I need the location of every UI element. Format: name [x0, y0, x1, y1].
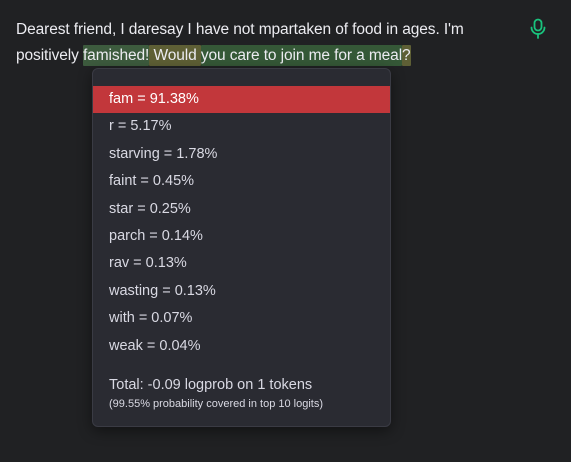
token-highlight-question-mark[interactable]: ?: [402, 45, 411, 66]
logit-row[interactable]: weak = 0.04%: [93, 333, 390, 360]
logit-row-selected[interactable]: fam = 91.38%: [93, 86, 390, 114]
logit-row[interactable]: with = 0.07%: [93, 305, 390, 332]
logit-row[interactable]: star = 0.25%: [93, 196, 390, 223]
playground-editor[interactable]: Dearest friend, I daresay I have not mpa…: [0, 0, 571, 462]
token-highlight-famished[interactable]: famished!: [82, 45, 149, 66]
token-highlight-would[interactable]: Would: [149, 45, 201, 66]
microphone-icon: [530, 18, 546, 39]
logit-row[interactable]: parch = 0.14%: [93, 223, 390, 250]
token-probabilities-popup: fam = 91.38% r = 5.17% starving = 1.78% …: [92, 68, 391, 427]
microphone-button[interactable]: [528, 18, 548, 40]
logit-row[interactable]: wasting = 0.13%: [93, 278, 390, 305]
logit-list: fam = 91.38% r = 5.17% starving = 1.78% …: [93, 86, 390, 360]
prompt-text[interactable]: Dearest friend, I daresay I have not mpa…: [16, 17, 516, 69]
logit-row[interactable]: r = 5.17%: [93, 113, 390, 140]
token-highlight-completion[interactable]: you care to join me for a meal: [200, 45, 402, 66]
logit-row[interactable]: rav = 0.13%: [93, 250, 390, 277]
logit-row[interactable]: faint = 0.45%: [93, 168, 390, 195]
probability-coverage: (99.55% probability covered in top 10 lo…: [109, 398, 324, 410]
total-logprob: Total: -0.09 logprob on 1 tokens: [109, 377, 313, 393]
logit-row[interactable]: starving = 1.78%: [93, 141, 390, 168]
